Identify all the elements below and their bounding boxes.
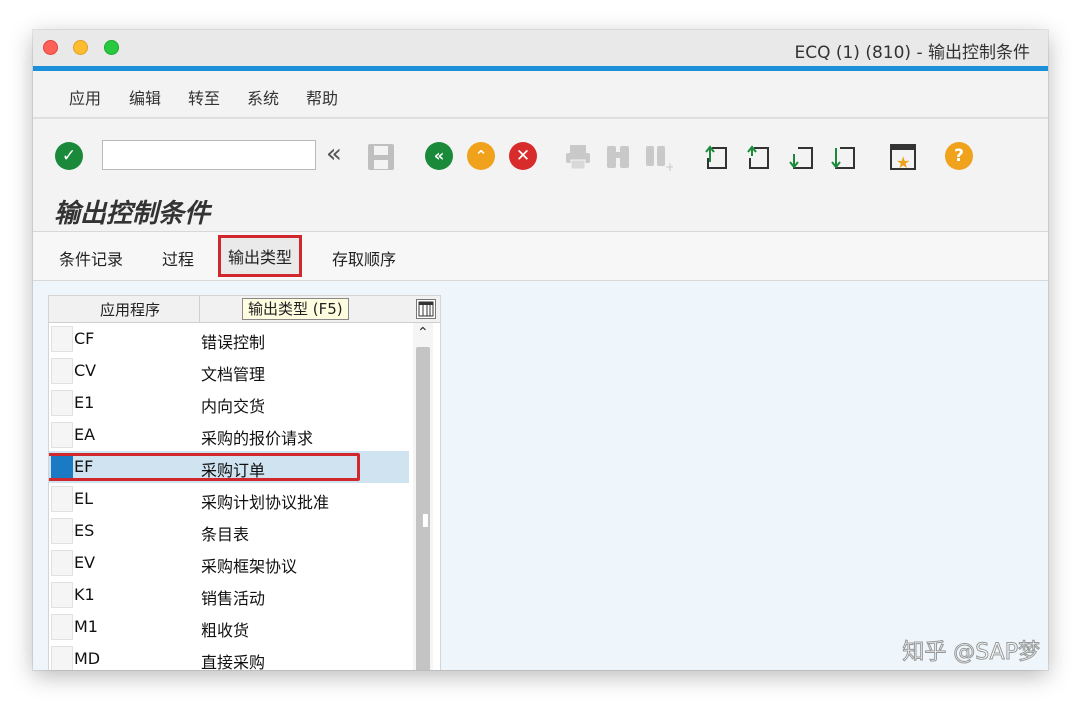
- back-icon[interactable]: «: [425, 142, 453, 170]
- condition-records-button[interactable]: 条件记录: [59, 246, 123, 270]
- menu-item-system[interactable]: 系统: [247, 85, 279, 109]
- output-types-button[interactable]: 输出类型: [217, 235, 303, 277]
- row-selector[interactable]: [51, 518, 73, 544]
- row-selector[interactable]: [51, 646, 73, 670]
- cell-output-type: 错误控制: [201, 333, 266, 352]
- menu-item-help[interactable]: 帮助: [306, 85, 338, 109]
- exit-icon[interactable]: ⌃: [467, 142, 495, 170]
- title-bar: ECQ (1) (810) - 输出控制条件: [33, 30, 1048, 67]
- cell-application: CV: [74, 361, 97, 380]
- table-header: 应用程序 输出类型 (F5): [49, 296, 440, 323]
- find-next-icon[interactable]: +: [643, 142, 673, 172]
- cell-output-type: 条目表: [201, 525, 250, 544]
- svg-text:★: ★: [896, 153, 910, 172]
- table-row[interactable]: EL 采购计划协议批准: [49, 483, 409, 515]
- application-toolbar: 条件记录 过程 输出类型 存取顺序: [33, 232, 1048, 281]
- row-selector[interactable]: [51, 582, 73, 608]
- page-title: 输出控制条件: [54, 199, 211, 229]
- cell-output-type: 直接采购: [201, 653, 266, 670]
- maximize-window-button[interactable]: [104, 40, 119, 55]
- close-window-button[interactable]: [43, 40, 58, 55]
- output-types-table: 应用程序 输出类型 (F5) CF 错误控制 CV 文档管理 E1 内向交货 EA 采购的报价…: [48, 295, 441, 670]
- table-row[interactable]: CF 错误控制: [49, 323, 409, 355]
- column-separator: [199, 296, 200, 322]
- cell-application: EA: [74, 425, 96, 444]
- cell-application: EL: [74, 489, 94, 508]
- table-row[interactable]: K1 销售活动: [49, 579, 409, 611]
- bookmark-icon[interactable]: ★: [888, 142, 918, 172]
- help-icon[interactable]: ?: [945, 142, 973, 170]
- first-page-icon[interactable]: [702, 142, 732, 172]
- column-header-output-type[interactable]: 输出类型 (F5): [242, 298, 349, 320]
- table-row[interactable]: E1 内向交货: [49, 387, 409, 419]
- sap-window: ECQ (1) (810) - 输出控制条件 应用 编辑 转至 系统 帮助 ✓ …: [33, 30, 1048, 670]
- cell-output-type: 销售活动: [201, 589, 266, 608]
- print-icon[interactable]: [563, 142, 593, 172]
- table-row[interactable]: EF 采购订单: [49, 451, 409, 483]
- row-selector[interactable]: [51, 422, 73, 448]
- cell-application: CF: [74, 329, 95, 348]
- row-selector[interactable]: [51, 326, 73, 352]
- page-title-bar: 输出控制条件: [33, 184, 1048, 232]
- table-row[interactable]: EA 采购的报价请求: [49, 419, 409, 451]
- row-selector[interactable]: [51, 358, 73, 384]
- column-header-application[interactable]: 应用程序: [100, 299, 160, 320]
- row-selector[interactable]: [51, 550, 73, 576]
- row-selector[interactable]: [51, 614, 73, 640]
- cell-application: M1: [74, 617, 98, 636]
- table-row[interactable]: EV 采购框架协议: [49, 547, 409, 579]
- row-selector[interactable]: [51, 390, 73, 416]
- svg-text:+: +: [665, 160, 673, 172]
- previous-page-icon[interactable]: [744, 142, 774, 172]
- window-title: ECQ (1) (810) - 输出控制条件: [794, 43, 1030, 63]
- cell-application: MD: [74, 649, 101, 668]
- table-row[interactable]: MD 直接采购: [49, 643, 409, 670]
- table-row[interactable]: ES 条目表: [49, 515, 409, 547]
- cell-application: ES: [74, 521, 95, 540]
- content-area: 应用程序 输出类型 (F5) CF 错误控制 CV 文档管理 E1 内向交货 EA 采购的报价…: [33, 281, 1048, 670]
- watermark: 知乎 @SAP梦: [902, 640, 1041, 666]
- next-page-icon[interactable]: [786, 142, 816, 172]
- minimize-window-button[interactable]: [73, 40, 88, 55]
- cell-application: K1: [74, 585, 95, 604]
- save-icon[interactable]: [366, 142, 396, 172]
- scrollbar-thumb[interactable]: ▪ ▪ ▪: [416, 347, 430, 670]
- standard-toolbar: ✓ « « ⌃ ✕ + ★ ?: [33, 118, 1048, 186]
- table-rows: CF 错误控制 CV 文档管理 E1 内向交货 EA 采购的报价请求 EF 采购订单 EL 采购计划协…: [49, 323, 409, 670]
- procedure-button[interactable]: 过程: [162, 246, 194, 270]
- cell-application: E1: [74, 393, 95, 412]
- cell-output-type: 采购的报价请求: [201, 429, 314, 448]
- find-icon[interactable]: [603, 142, 633, 172]
- access-sequences-button[interactable]: 存取顺序: [332, 246, 396, 270]
- cell-application: EV: [74, 553, 96, 572]
- last-page-icon[interactable]: [828, 142, 858, 172]
- table-settings-icon[interactable]: [416, 299, 436, 319]
- menu-item-goto[interactable]: 转至: [188, 85, 220, 109]
- cell-output-type: 采购计划协议批准: [201, 493, 330, 512]
- menu-item-edit[interactable]: 编辑: [129, 85, 161, 109]
- cancel-icon[interactable]: ✕: [509, 142, 537, 170]
- cell-output-type: 采购框架协议: [201, 557, 298, 576]
- back-chevrons-icon[interactable]: «: [326, 139, 356, 169]
- menu-item-application[interactable]: 应用: [69, 85, 101, 109]
- table-row[interactable]: M1 粗收货: [49, 611, 409, 643]
- row-selector[interactable]: [51, 486, 73, 512]
- enter-icon[interactable]: ✓: [55, 142, 83, 170]
- table-row[interactable]: CV 文档管理: [49, 355, 409, 387]
- cell-output-type: 文档管理: [201, 365, 266, 384]
- highlight-box: [49, 453, 360, 481]
- cell-output-type: 粗收货: [201, 621, 250, 640]
- command-field[interactable]: [102, 140, 316, 170]
- scroll-up-icon[interactable]: ⌃: [417, 325, 429, 341]
- menu-bar: 应用 编辑 转至 系统 帮助: [33, 71, 1048, 118]
- cell-output-type: 内向交货: [201, 397, 266, 416]
- vertical-scrollbar[interactable]: ⌃ ▪ ▪ ▪: [413, 323, 433, 670]
